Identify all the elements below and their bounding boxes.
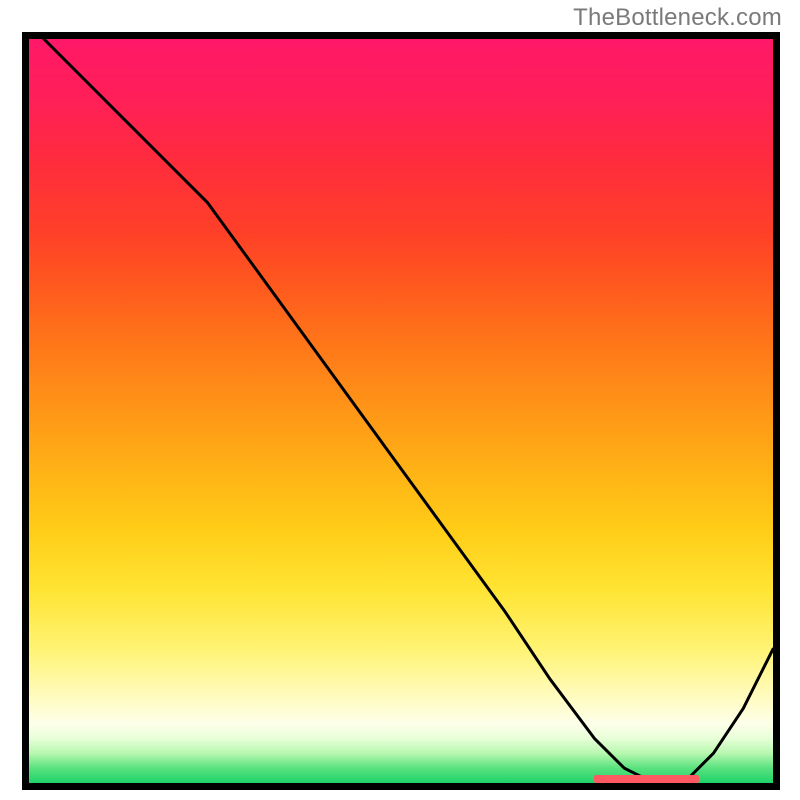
optimal-range-marker xyxy=(594,775,698,783)
chart-frame xyxy=(22,32,780,790)
chart-root: TheBottleneck.com xyxy=(0,0,800,800)
background-gradient xyxy=(29,39,773,783)
watermark-text: TheBottleneck.com xyxy=(573,4,782,32)
